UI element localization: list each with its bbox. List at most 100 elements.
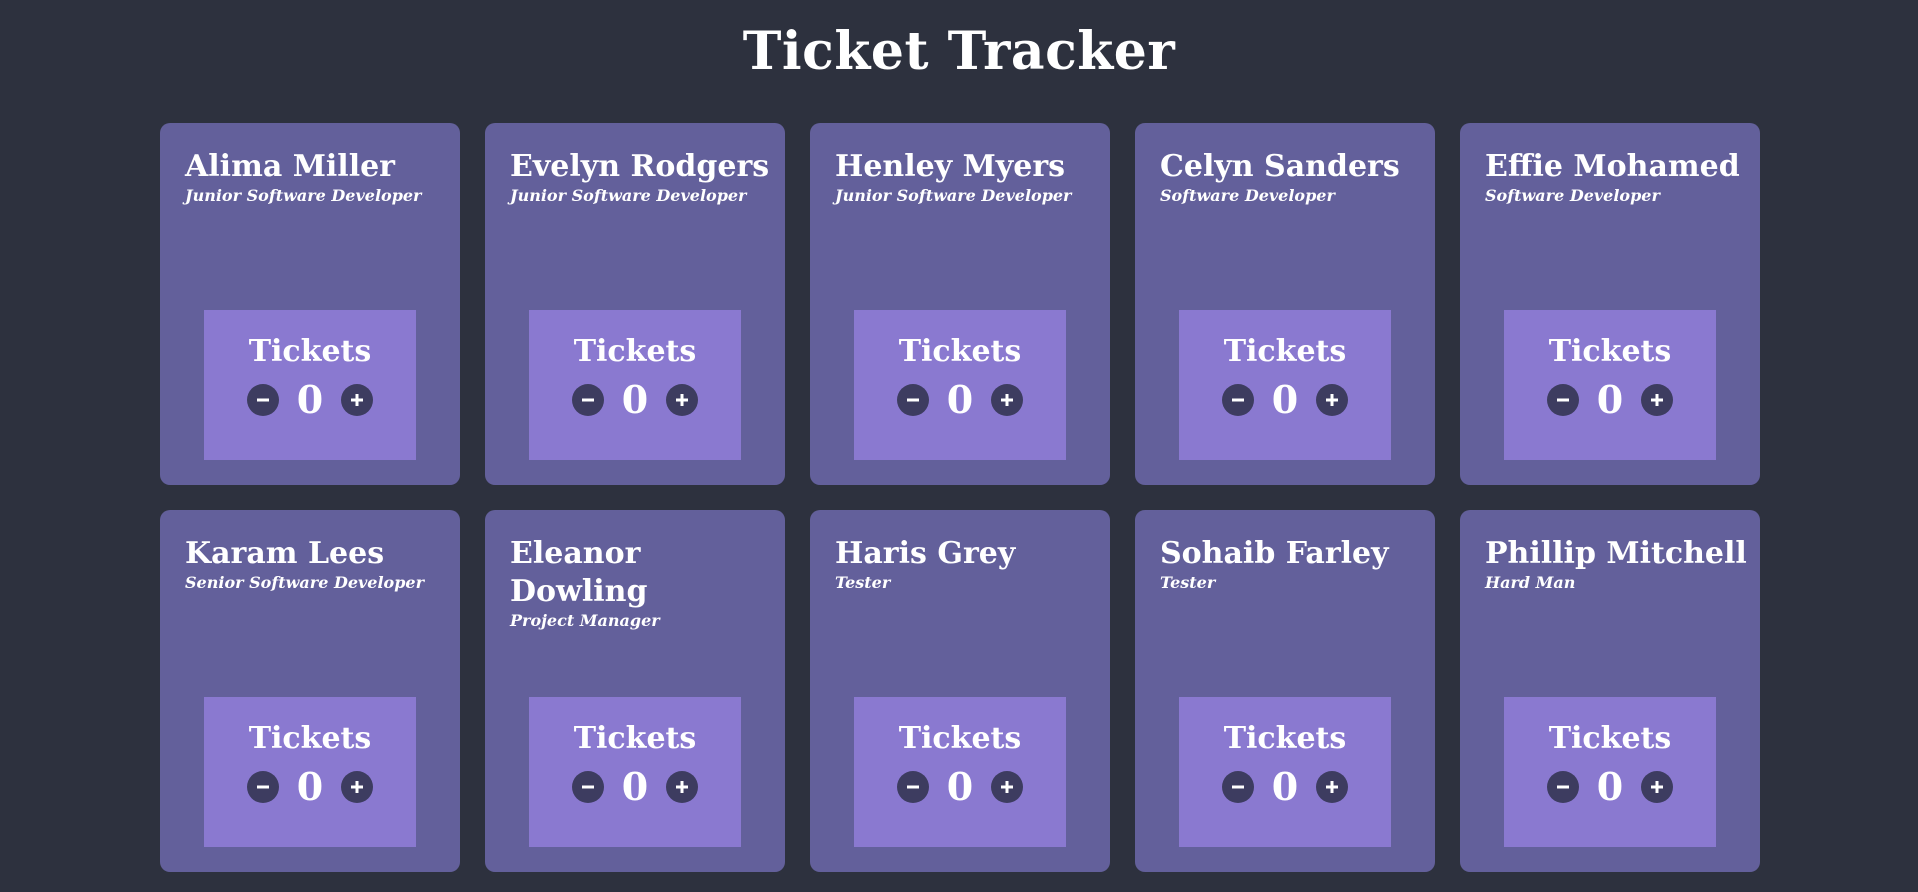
- tickets-label: Tickets: [573, 721, 697, 756]
- employee-card: Celyn Sanders Software Developer Tickets…: [1135, 123, 1435, 485]
- employee-card: Alima Miller Junior Software Developer T…: [160, 123, 460, 485]
- card-header: Eleanor Dowling Project Manager: [510, 535, 775, 631]
- plus-icon: [351, 394, 363, 406]
- ticket-counter: 0: [1179, 767, 1391, 807]
- employee-card: Phillip Mitchell Hard Man Tickets 0: [1460, 510, 1760, 872]
- ticket-counter: 0: [204, 380, 416, 420]
- tickets-label: Tickets: [1223, 721, 1347, 756]
- ticket-count: 0: [621, 377, 649, 422]
- ticket-count: 0: [1596, 764, 1624, 809]
- increment-button[interactable]: [1316, 384, 1348, 416]
- ticket-counter: 0: [529, 380, 741, 420]
- employee-name: Effie Mohamed: [1485, 149, 1740, 184]
- plus-icon: [1326, 394, 1338, 406]
- ticket-counter: 0: [1504, 767, 1716, 807]
- employee-card: Sohaib Farley Tester Tickets 0: [1135, 510, 1435, 872]
- plus-icon: [676, 394, 688, 406]
- card-header: Alima Miller Junior Software Developer: [185, 148, 450, 206]
- minus-icon: [907, 785, 919, 789]
- plus-icon: [1001, 394, 1013, 406]
- employee-role: Tester: [835, 573, 891, 592]
- minus-icon: [257, 785, 269, 789]
- ticket-counter: 0: [1504, 380, 1716, 420]
- tickets-label: Tickets: [898, 334, 1022, 369]
- employee-role: Software Developer: [1485, 186, 1660, 205]
- employee-role: Software Developer: [1160, 186, 1335, 205]
- decrement-button[interactable]: [1222, 771, 1254, 803]
- increment-button[interactable]: [1641, 384, 1673, 416]
- decrement-button[interactable]: [1547, 384, 1579, 416]
- employee-card: Evelyn Rodgers Junior Software Developer…: [485, 123, 785, 485]
- minus-icon: [907, 398, 919, 402]
- employee-role: Tester: [1160, 573, 1216, 592]
- card-header: Evelyn Rodgers Junior Software Developer: [510, 148, 775, 206]
- card-header: Sohaib Farley Tester: [1160, 535, 1425, 593]
- employee-name: Celyn Sanders: [1160, 149, 1400, 184]
- increment-button[interactable]: [1316, 771, 1348, 803]
- minus-icon: [582, 398, 594, 402]
- ticket-count: 0: [296, 377, 324, 422]
- decrement-button[interactable]: [1547, 771, 1579, 803]
- employee-card: Henley Myers Junior Software Developer T…: [810, 123, 1110, 485]
- card-header: Henley Myers Junior Software Developer: [835, 148, 1100, 206]
- employee-role: Hard Man: [1485, 573, 1576, 592]
- employee-name: Alima Miller: [185, 149, 395, 184]
- decrement-button[interactable]: [572, 771, 604, 803]
- tickets-label: Tickets: [1548, 721, 1672, 756]
- card-header: Karam Lees Senior Software Developer: [185, 535, 450, 593]
- tickets-label: Tickets: [248, 721, 372, 756]
- decrement-button[interactable]: [897, 771, 929, 803]
- employee-card: Haris Grey Tester Tickets 0: [810, 510, 1110, 872]
- employee-card-grid: Alima Miller Junior Software Developer T…: [160, 123, 1760, 872]
- tickets-panel: Tickets 0: [1179, 697, 1391, 847]
- card-header: Phillip Mitchell Hard Man: [1485, 535, 1750, 593]
- tickets-panel: Tickets 0: [529, 310, 741, 460]
- tickets-label: Tickets: [1223, 334, 1347, 369]
- increment-button[interactable]: [991, 771, 1023, 803]
- ticket-counter: 0: [204, 767, 416, 807]
- decrement-button[interactable]: [572, 384, 604, 416]
- decrement-button[interactable]: [1222, 384, 1254, 416]
- increment-button[interactable]: [341, 384, 373, 416]
- ticket-count: 0: [1596, 377, 1624, 422]
- increment-button[interactable]: [1641, 771, 1673, 803]
- card-header: Haris Grey Tester: [835, 535, 1100, 593]
- employee-name: Karam Lees: [185, 536, 385, 571]
- increment-button[interactable]: [666, 384, 698, 416]
- tickets-panel: Tickets 0: [1504, 310, 1716, 460]
- decrement-button[interactable]: [247, 771, 279, 803]
- tickets-panel: Tickets 0: [1504, 697, 1716, 847]
- ticket-count: 0: [621, 764, 649, 809]
- tickets-label: Tickets: [898, 721, 1022, 756]
- card-header: Effie Mohamed Software Developer: [1485, 148, 1750, 206]
- minus-icon: [1232, 785, 1244, 789]
- employee-role: Junior Software Developer: [510, 186, 747, 205]
- increment-button[interactable]: [666, 771, 698, 803]
- minus-icon: [582, 785, 594, 789]
- employee-name: Henley Myers: [835, 149, 1066, 184]
- employee-name: Sohaib Farley: [1160, 536, 1389, 571]
- employee-role: Project Manager: [510, 611, 660, 630]
- ticket-counter: 0: [854, 380, 1066, 420]
- tickets-panel: Tickets 0: [204, 697, 416, 847]
- plus-icon: [1001, 781, 1013, 793]
- ticket-count: 0: [296, 764, 324, 809]
- plus-icon: [676, 781, 688, 793]
- minus-icon: [1557, 398, 1569, 402]
- ticket-count: 0: [946, 764, 974, 809]
- card-header: Celyn Sanders Software Developer: [1160, 148, 1425, 206]
- plus-icon: [1651, 781, 1663, 793]
- decrement-button[interactable]: [247, 384, 279, 416]
- employee-role: Junior Software Developer: [185, 186, 422, 205]
- increment-button[interactable]: [341, 771, 373, 803]
- tickets-label: Tickets: [1548, 334, 1672, 369]
- employee-role: Senior Software Developer: [185, 573, 425, 592]
- employee-card: Eleanor Dowling Project Manager Tickets …: [485, 510, 785, 872]
- tickets-panel: Tickets 0: [1179, 310, 1391, 460]
- minus-icon: [257, 398, 269, 402]
- minus-icon: [1557, 785, 1569, 789]
- page-title: Ticket Tracker: [742, 21, 1176, 82]
- employee-card: Karam Lees Senior Software Developer Tic…: [160, 510, 460, 872]
- increment-button[interactable]: [991, 384, 1023, 416]
- decrement-button[interactable]: [897, 384, 929, 416]
